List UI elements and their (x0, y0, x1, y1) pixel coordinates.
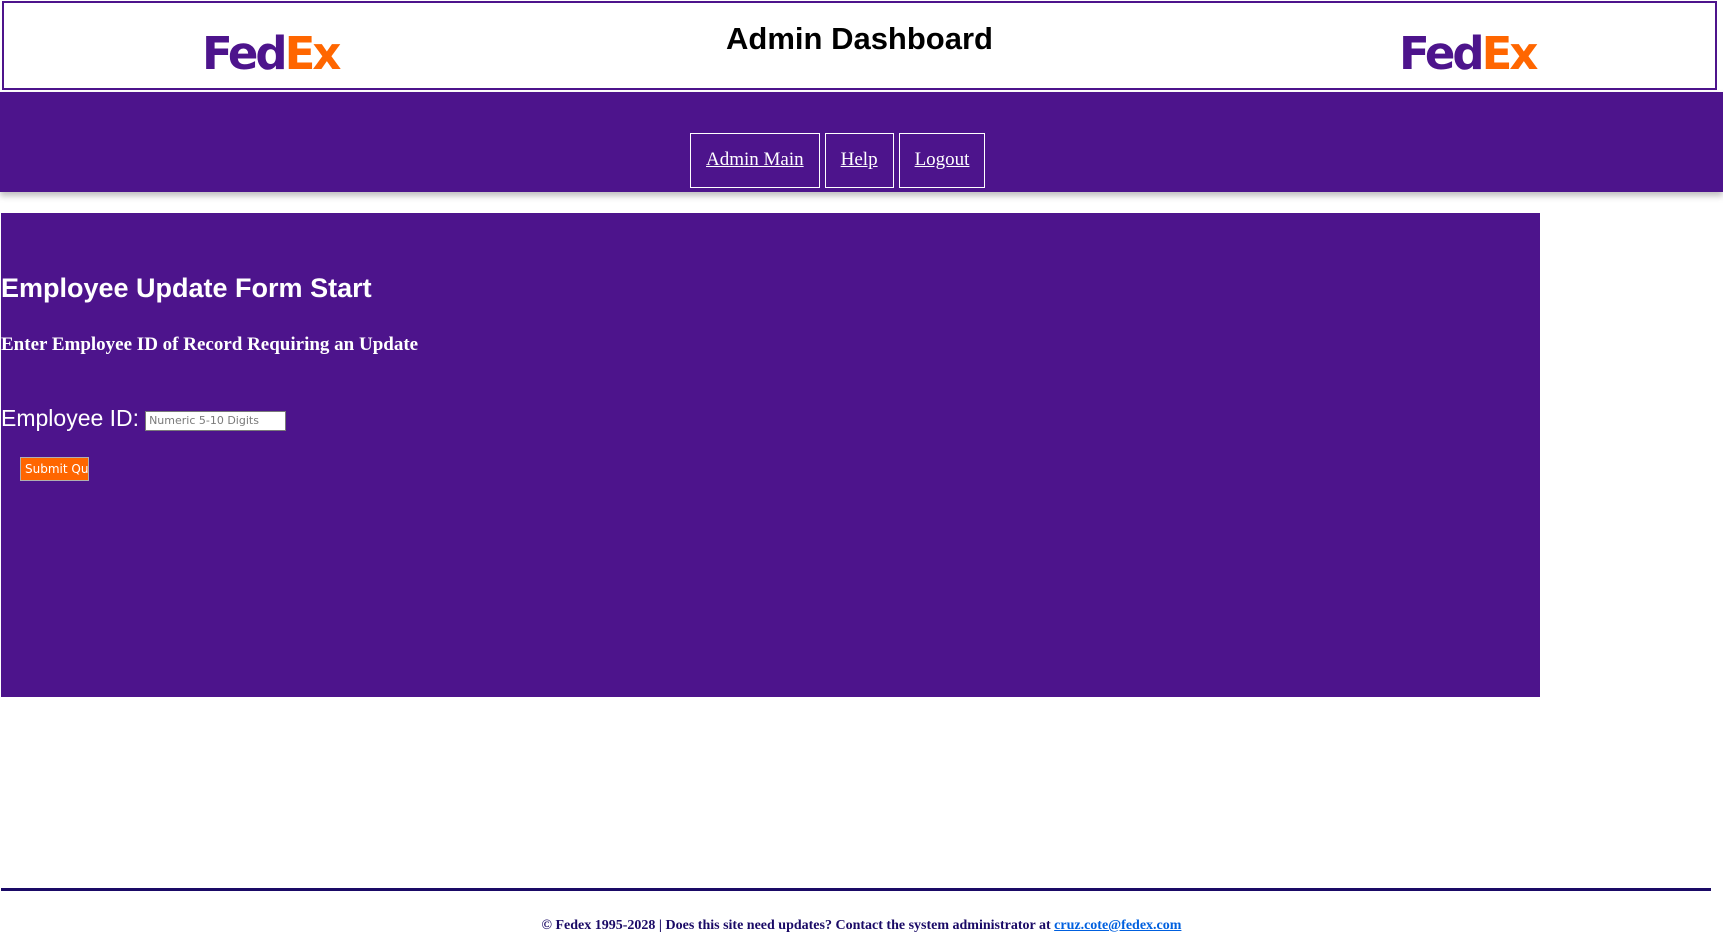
nav-menu: Admin Main Help Logout (690, 133, 986, 188)
footer-copyright-text: © Fedex 1995-2028 | Does this site need … (541, 918, 1051, 933)
employee-id-input[interactable] (145, 410, 287, 431)
employee-id-label: Employee ID: (1, 405, 140, 431)
admin-email-link[interactable]: cruz.cote@fedex.com (1054, 918, 1181, 933)
form-title: Employee Update Form Start (1, 273, 372, 303)
employee-id-row: Employee ID: (1, 405, 287, 432)
footer-divider (1, 888, 1711, 891)
form-subtitle: Enter Employee ID of Record Requiring an… (1, 334, 419, 355)
logo-fed-text: Fed (1399, 27, 1485, 80)
nav-bar: Admin Main Help Logout (0, 92, 1723, 192)
logo-ex-text: Ex (1481, 27, 1539, 80)
employee-update-form-panel: Employee Update Form Start Enter Employe… (1, 213, 1540, 697)
submit-query-button[interactable]: Submit Query (20, 457, 89, 481)
fedex-logo-right: FedEx (1399, 31, 1538, 76)
page: FedEx Admin Dashboard FedEx Admin Main H… (0, 0, 1723, 943)
footer: © Fedex 1995-2028 | Does this site need … (0, 918, 1723, 934)
nav-link-help[interactable]: Help (824, 133, 894, 188)
nav-link-admin-main[interactable]: Admin Main (690, 133, 820, 188)
nav-link-logout[interactable]: Logout (898, 133, 986, 188)
header: FedEx Admin Dashboard FedEx (2, 1, 1717, 90)
